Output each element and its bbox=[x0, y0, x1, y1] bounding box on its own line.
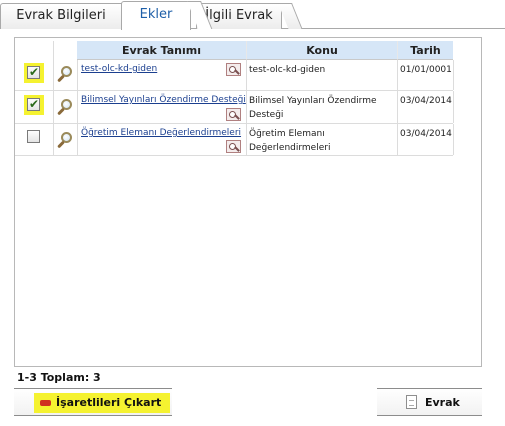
konu-cell: Bilimsel Yayınları Özendirme Desteği bbox=[249, 96, 377, 120]
tab-ekler[interactable]: Ekler bbox=[121, 1, 213, 30]
tab-label: İlgili Evrak bbox=[205, 8, 273, 23]
checkmark-icon: ✔ bbox=[29, 97, 40, 111]
attachments-panel: Evrak Tanımı Konu Tarih ✔ test-olc-kd-gi… bbox=[14, 37, 482, 367]
column-header-tarih[interactable]: Tarih bbox=[397, 41, 453, 60]
remove-selected-label: İşaretlileri Çıkart bbox=[56, 396, 162, 409]
magnifier-icon[interactable] bbox=[56, 132, 74, 150]
column-header-evrak-tanimi[interactable]: Evrak Tanımı bbox=[77, 41, 246, 60]
preview-icon[interactable] bbox=[226, 108, 241, 121]
table-row: Öğretim Elemanı Değerlendirmeleri Öğreti… bbox=[15, 124, 454, 156]
tab-label: Ekler bbox=[139, 7, 173, 22]
evrak-button[interactable]: Evrak bbox=[377, 388, 482, 416]
row-checkbox[interactable]: ✔ bbox=[24, 63, 44, 83]
document-link[interactable]: test-olc-kd-giden bbox=[81, 64, 157, 74]
header-divider bbox=[53, 41, 54, 60]
row-checkbox[interactable] bbox=[24, 127, 44, 147]
magnifier-icon[interactable] bbox=[56, 99, 74, 117]
document-icon bbox=[406, 395, 417, 409]
tarih-cell: 01/01/0001 bbox=[400, 65, 452, 75]
tarih-cell: 03/04/2014 bbox=[400, 129, 452, 139]
tab-evrak-bilgileri[interactable]: Evrak Bilgileri bbox=[0, 3, 143, 29]
column-header-konu[interactable]: Konu bbox=[246, 41, 397, 60]
record-count: 1-3 Toplam: 3 bbox=[17, 371, 101, 384]
magnifier-icon[interactable] bbox=[56, 66, 74, 84]
evrak-button-label: Evrak bbox=[425, 396, 460, 409]
konu-cell: Öğretim Elemanı Değerlendirmeleri bbox=[249, 129, 331, 153]
remove-icon bbox=[40, 400, 51, 406]
preview-icon[interactable] bbox=[226, 63, 241, 76]
table-row: ✔ test-olc-kd-giden test-olc-kd-giden 01… bbox=[15, 60, 454, 91]
row-checkbox[interactable]: ✔ bbox=[24, 95, 44, 115]
tab-bar: Evrak Bilgileri İlgili Evrak Ekler bbox=[0, 0, 505, 30]
tab-label: Evrak Bilgileri bbox=[16, 8, 106, 23]
document-link[interactable]: Bilimsel Yayınları Özendirme Desteği bbox=[81, 95, 246, 105]
document-link[interactable]: Öğretim Elemanı Değerlendirmeleri bbox=[81, 128, 241, 138]
konu-cell: test-olc-kd-giden bbox=[249, 65, 326, 75]
preview-icon[interactable] bbox=[226, 140, 241, 153]
tarih-cell: 03/04/2014 bbox=[400, 96, 452, 106]
table-row: ✔ Bilimsel Yayınları Özendirme Desteği B… bbox=[15, 91, 454, 124]
remove-selected-button[interactable]: İşaretlileri Çıkart bbox=[14, 388, 172, 416]
checkmark-icon: ✔ bbox=[29, 65, 40, 79]
